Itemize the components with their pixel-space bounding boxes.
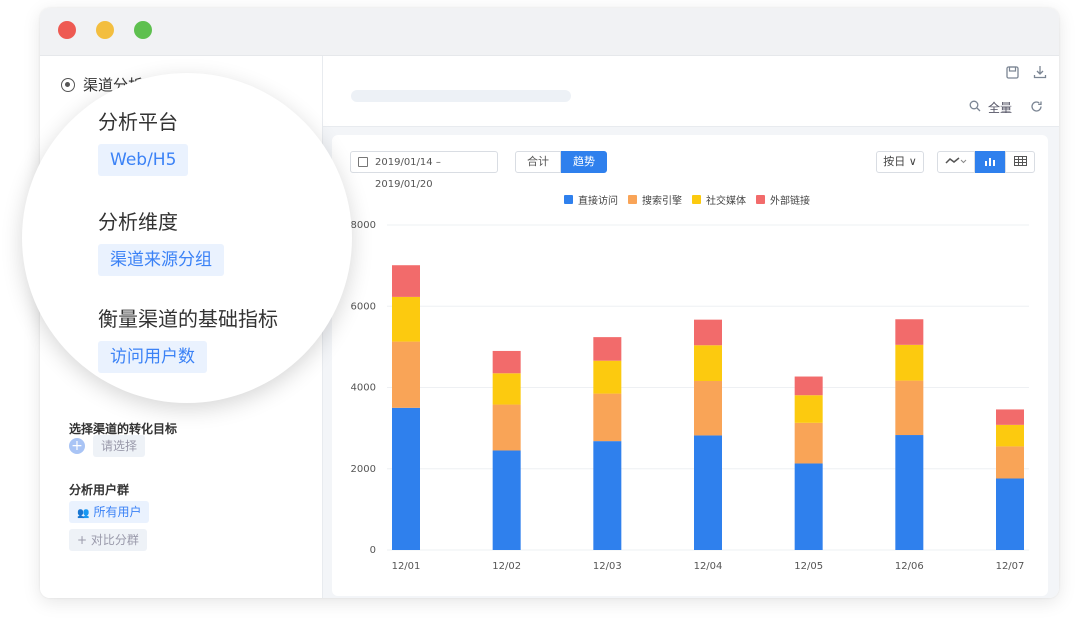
bar-segment[interactable] — [996, 478, 1024, 551]
user-group-label: 分析用户群 — [69, 483, 130, 497]
channel-analysis-icon — [61, 77, 75, 92]
x-tick-label: 12/04 — [694, 561, 723, 572]
bar-segment[interactable] — [593, 337, 622, 361]
bar-segment[interactable] — [794, 395, 823, 423]
bar-segment[interactable] — [794, 376, 823, 396]
metric-value[interactable]: 访问用户数 — [98, 341, 207, 373]
bar-segment[interactable] — [492, 350, 521, 374]
user-group-select[interactable]: 👥 所有用户 — [69, 501, 150, 523]
bar-segment[interactable] — [895, 319, 924, 345]
bar-segment[interactable] — [492, 373, 521, 405]
bar-segment[interactable] — [694, 319, 722, 346]
bar-segment[interactable] — [392, 341, 420, 408]
title-bar — [40, 8, 1059, 56]
dimension-value[interactable]: 渠道来源分组 — [98, 244, 224, 276]
bar-segment[interactable] — [593, 360, 622, 394]
conversion-goal-select[interactable]: 请选择 — [93, 435, 146, 457]
stacked-bar-chart: 0 2000 4000 6000 8000 12/01 12/02 12/03 12/04 12/… — [351, 220, 1029, 572]
platform-heading: 分析平台 — [98, 110, 178, 134]
add-conversion-icon[interactable]: + — [69, 438, 85, 454]
x-tick-label: 12/02 — [492, 561, 521, 572]
save-icon[interactable] — [1006, 66, 1019, 83]
bar-segment[interactable] — [895, 435, 924, 550]
bar-segment[interactable] — [392, 296, 420, 342]
bar-segment[interactable] — [996, 409, 1024, 425]
y-tick-label: 0 — [370, 545, 376, 556]
bar-segment[interactable] — [593, 441, 622, 550]
bar-segment[interactable] — [694, 381, 722, 436]
platform-value[interactable]: Web/H5 — [98, 144, 189, 176]
maximize-window-button[interactable] — [134, 21, 152, 39]
bar-segment[interactable] — [492, 404, 521, 451]
report-title-placeholder — [351, 90, 571, 102]
metric-heading: 衡量渠道的基础指标 — [98, 307, 278, 331]
y-tick-label: 8000 — [351, 220, 376, 231]
bar-segment[interactable] — [694, 345, 722, 381]
user-group-value: 所有用户 — [93, 505, 142, 519]
search-icon[interactable] — [969, 100, 981, 116]
x-tick-label: 12/03 — [593, 561, 622, 572]
close-window-button[interactable] — [58, 21, 76, 39]
x-tick-label: 12/06 — [895, 561, 924, 572]
bar-segment[interactable] — [392, 265, 420, 297]
x-tick-label: 12/05 — [794, 561, 823, 572]
y-tick-label: 6000 — [351, 301, 376, 312]
refresh-icon[interactable] — [1030, 100, 1043, 117]
compare-group-button[interactable]: + 对比分群 — [69, 529, 147, 551]
magnifier-callout: 分析平台 Web/H5 分析维度 渠道来源分组 衡量渠道的基础指标 访问用户数 — [22, 73, 352, 403]
download-icon[interactable] — [1033, 65, 1047, 83]
bar-segment[interactable] — [694, 435, 722, 550]
chart-card: 2019/01/14 – 2019/01/20 合计 趋势 按日 ∨ 直接访问搜… — [332, 135, 1048, 596]
y-tick-label: 2000 — [351, 464, 376, 475]
top-bar: 全量 — [323, 56, 1059, 127]
y-tick-label: 4000 — [351, 383, 376, 394]
bar-segment[interactable] — [996, 424, 1024, 447]
users-icon: 👥 — [77, 508, 90, 519]
dimension-heading: 分析维度 — [98, 210, 178, 234]
bar-segment[interactable] — [895, 344, 924, 381]
bar-segment[interactable] — [895, 380, 924, 436]
bar-segment[interactable] — [593, 393, 622, 442]
bar-segment[interactable] — [492, 450, 521, 550]
bar-segment[interactable] — [996, 446, 1024, 479]
main-panel: 全量 2019/01/14 – 2019/01/20 合计 趋势 按日 ∨ 直接… — [323, 56, 1059, 598]
x-tick-label: 12/01 — [392, 561, 421, 572]
zoom-label[interactable]: 全量 — [988, 99, 1012, 116]
x-tick-label: 12/07 — [996, 561, 1025, 572]
bar-segment[interactable] — [794, 422, 823, 464]
bar-segment[interactable] — [392, 407, 420, 550]
minimize-window-button[interactable] — [96, 21, 114, 39]
bar-segment[interactable] — [794, 463, 823, 550]
